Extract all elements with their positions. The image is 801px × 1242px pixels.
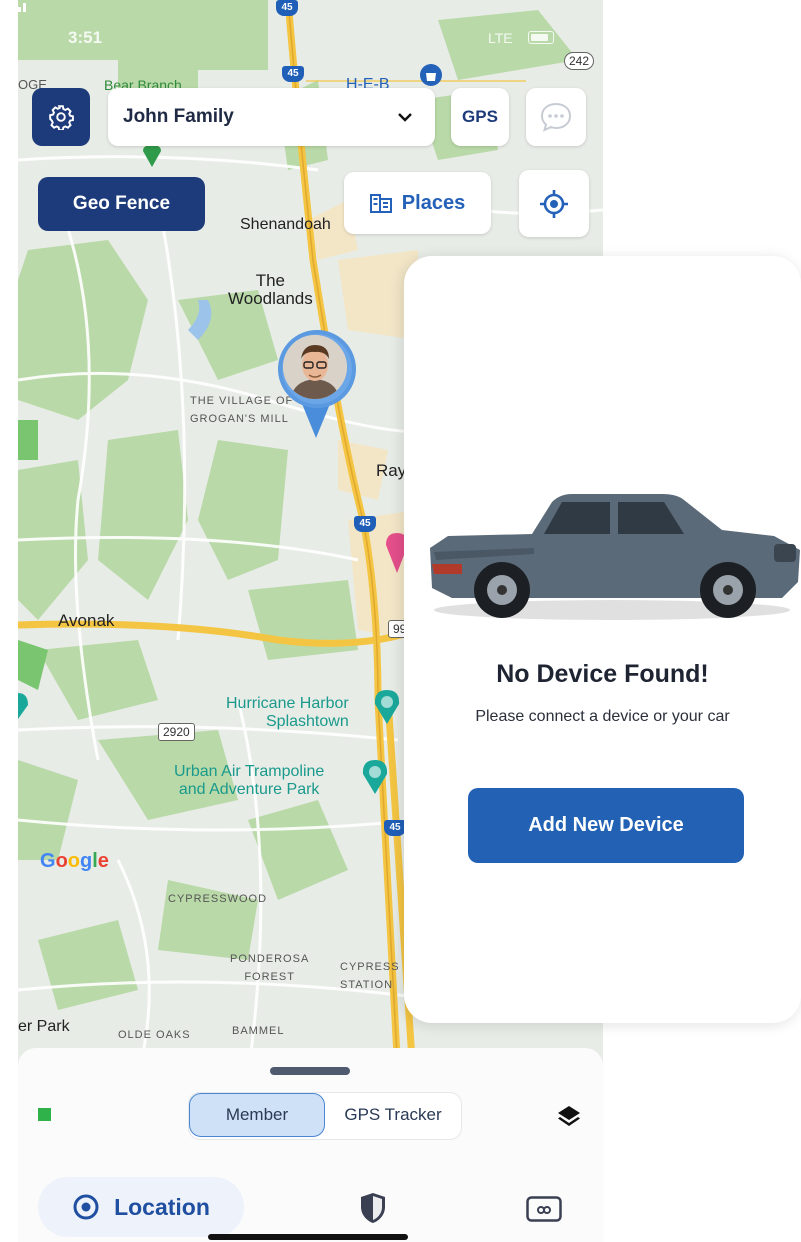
online-status-indicator [38,1108,51,1121]
no-device-card: No Device Found! Please connect a device… [404,256,801,1023]
pickup-truck-image [430,494,800,620]
network-label: LTE [488,30,513,46]
tab-location[interactable]: Location [38,1177,244,1237]
device-card-icon[interactable] [526,1196,562,1222]
member-location-pin[interactable] [278,330,356,442]
places-label: Places [401,191,466,214]
shield-icon[interactable] [359,1192,387,1224]
map-label-shenandoah: Shenandoah [240,216,331,233]
shopping-bag-icon [420,64,442,86]
route-shield-45-a: 45 [282,66,304,82]
layers-icon[interactable] [556,1103,582,1129]
trampoline-marker-icon [362,760,388,794]
battery-icon [528,31,554,44]
google-logo: Google [40,850,109,872]
gear-icon [49,105,74,130]
map-label-bammel: BAMMEL [232,1025,285,1037]
map-label-er-park: er Park [18,1018,70,1035]
park-marker-icon [143,145,161,167]
sheet-drag-handle[interactable] [270,1067,350,1075]
amusement-marker-icon [374,690,400,724]
avatar [283,335,347,399]
no-device-title: No Device Found! [496,660,709,688]
home-indicator [208,1234,408,1240]
family-group-select[interactable]: John Family [108,88,435,146]
places-button[interactable]: Places [344,172,491,234]
chat-bubble-icon [540,102,572,132]
geo-fence-button[interactable]: Geo Fence [38,177,205,231]
route-shield-45-b: 45 [354,516,376,532]
crosshair-icon [540,189,568,218]
chat-button[interactable] [526,88,586,146]
settings-button[interactable] [32,88,90,146]
gps-button[interactable]: GPS [451,88,509,146]
route-shield-45-c: 45 [384,820,406,836]
map-label-urban-air: Urban Air Trampoline and Adventure Park [174,763,325,798]
add-new-device-button[interactable]: Add New Device [468,788,744,863]
map-label-olde-oaks: OLDE OAKS [118,1029,191,1041]
building-icon [369,194,392,213]
route-shield-2920: 2920 [158,723,195,741]
map-label-ponderosa: PONDEROSA FOREST [230,953,310,983]
edge-marker-icon [18,693,28,719]
signal-icon [18,3,26,12]
map-label-cypress-station: CYPRESS STATION [340,961,400,991]
route-shield-45-top: 45 [276,0,298,16]
segment-member[interactable]: Member [189,1093,325,1137]
status-time: 3:51 [68,28,103,47]
family-group-label: John Family [123,106,234,127]
route-shield-242: 242 [564,52,595,70]
no-device-subtitle: Please connect a device or your car [475,708,730,725]
map-label-hurricane-harbor: Hurricane Harbor Splashtown [226,695,349,730]
my-location-button[interactable] [519,170,589,237]
segment-gps-tracker[interactable]: GPS Tracker [328,1093,458,1137]
map-label-avonak: Avonak [58,611,115,630]
map-label-ray: Ray [376,461,407,480]
location-target-icon [73,1194,99,1220]
chevron-down-icon [397,109,413,125]
map-label-the-woodlands: The Woodlands [228,271,313,308]
map-label-cypresswood: CYPRESSWOOD [168,893,268,905]
tab-location-label: Location [114,1193,210,1220]
